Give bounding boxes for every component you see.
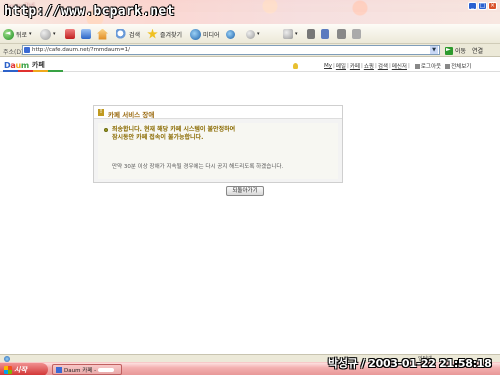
chevron-down-icon: ▾	[53, 31, 56, 37]
back-arrow-icon	[3, 28, 14, 40]
nav-mail[interactable]: 메일	[336, 62, 346, 70]
history-button[interactable]	[226, 27, 235, 41]
window-controls: _ □ ×	[468, 2, 497, 10]
error-message: 죄송합니다. 현재 해당 카페 시스템이 불안정하여 잠시동안 카페 접속이 불…	[112, 126, 235, 142]
go-arrow-icon	[445, 46, 453, 55]
cafe-header: Daum 카페 My | 메일 | 카페 | 쇼핑 | 검색 | 메신저 | 로그아웃 전체…	[0, 57, 500, 72]
address-input[interactable]: http://cafe.daum.net/?mmdaum=1/ ▼	[22, 45, 440, 55]
chevron-down-icon[interactable]: ▼	[430, 46, 438, 54]
error-message-line-2: 잠시동안 카페 접속이 불가능합니다.	[112, 134, 204, 141]
history-icon	[226, 29, 235, 39]
nav-search[interactable]: 검색	[378, 62, 388, 70]
browser-toolbar: 뒤로 ▾ ▾ 검색 즐겨찾기 미디어 ▾ ▾	[0, 24, 500, 44]
tool-button-1[interactable]	[307, 27, 315, 41]
lightbulb-icon	[293, 63, 298, 69]
error-message-line-1: 죄송합니다. 현재 해당 카페 시스템이 불안정하여	[112, 126, 236, 133]
stop-icon	[65, 29, 75, 39]
error-title: 카페 서비스 장애	[108, 111, 155, 119]
start-button[interactable]: 시작	[0, 363, 48, 375]
search-icon	[116, 28, 127, 40]
cafe-top-nav: My | 메일 | 카페 | 쇼핑 | 검색 | 메신저 | 로그아웃 전체보기	[293, 62, 471, 70]
go-label: 이동	[455, 48, 467, 55]
window-titlebar[interactable]: Daum 카페 http://www.bcpark.net _ □ ×	[0, 0, 500, 24]
tool-button-2[interactable]	[321, 27, 329, 41]
back-button[interactable]: 뒤로 ▾	[3, 27, 32, 41]
go-button[interactable]: 이동	[445, 46, 466, 55]
logout-button[interactable]: 로그아웃	[414, 62, 442, 70]
mail-button[interactable]: ▾	[246, 27, 260, 41]
nav-my[interactable]: My	[324, 63, 332, 69]
address-url: http://cafe.daum.net/?mmdaum=1/	[32, 47, 130, 53]
all-services-label: 전체보기	[451, 64, 472, 70]
error-panel: ! 카페 서비스 장애 죄송합니다. 현재 해당 카페 시스템이 불안정하여 잠…	[93, 105, 343, 183]
media-button[interactable]: 미디어	[190, 27, 220, 41]
back-label: 뒤로	[16, 31, 28, 39]
forward-button[interactable]: ▾	[40, 27, 56, 41]
logout-label: 로그아웃	[420, 64, 442, 70]
favorites-label: 즐겨찾기	[160, 31, 183, 39]
error-note: 만약 30분 이상 장애가 지속될 경우에는 다시 공지 해드리도록 하겠습니다…	[112, 164, 284, 170]
nav-messenger[interactable]: 메신저	[392, 62, 407, 70]
close-button[interactable]: ×	[488, 2, 497, 10]
address-bar: 주소(D) http://cafe.daum.net/?mmdaum=1/ ▼ …	[0, 44, 500, 57]
search-button[interactable]: 검색	[116, 27, 140, 41]
maximize-button[interactable]: □	[478, 2, 487, 10]
chevron-down-icon: ▾	[29, 31, 32, 37]
edit-button[interactable]: ▾	[283, 27, 298, 41]
all-services-button[interactable]: 전체보기	[445, 62, 471, 70]
address-label: 주소(D)	[3, 49, 24, 56]
chevron-down-icon: ▾	[295, 31, 298, 37]
ie-icon	[56, 366, 62, 373]
forward-arrow-icon	[40, 28, 51, 40]
chevron-down-icon: ▾	[257, 31, 260, 37]
search-label: 검색	[129, 31, 141, 39]
minimize-button[interactable]: _	[468, 2, 477, 10]
print-icon	[337, 29, 346, 39]
mail-icon	[246, 29, 255, 39]
nav-cafe[interactable]: 카페	[350, 62, 360, 70]
favorites-button[interactable]: 즐겨찾기	[147, 27, 182, 41]
go-back-button[interactable]: 되돌아가기	[226, 186, 264, 196]
logout-icon	[414, 63, 420, 69]
cafe-label: 카페	[31, 61, 45, 69]
stop-button[interactable]	[65, 27, 75, 41]
links-button[interactable]: 연결	[472, 46, 483, 55]
refresh-button[interactable]	[81, 27, 91, 41]
windows-logo-icon	[4, 365, 12, 374]
tool-button-4[interactable]	[352, 27, 361, 41]
bullet-icon	[104, 128, 108, 132]
start-label: 시작	[14, 365, 27, 374]
home-button[interactable]	[97, 27, 108, 41]
tool-button-3[interactable]	[337, 27, 346, 41]
refresh-icon	[81, 29, 91, 39]
edit-icon	[283, 29, 293, 39]
task-label: Daum 카페 -	[64, 367, 97, 374]
media-icon	[190, 28, 201, 40]
photo-timestamp-watermark: 박성규 / 2003-01-22 21:58:18	[328, 357, 492, 370]
home-icon	[97, 28, 108, 40]
media-label: 미디어	[203, 31, 220, 39]
redacted-text	[98, 367, 115, 372]
alert-icon: !	[98, 109, 104, 116]
star-icon	[147, 28, 158, 39]
page-icon	[24, 47, 30, 53]
grid-icon	[445, 63, 451, 69]
discuss-icon	[352, 29, 361, 39]
error-body: 죄송합니다. 현재 해당 카페 시스템이 불안정하여 잠시동안 카페 접속이 불…	[98, 123, 338, 179]
error-header: ! 카페 서비스 장애	[94, 106, 342, 119]
page-content: ! 카페 서비스 장애 죄송합니다. 현재 해당 카페 시스템이 불안정하여 잠…	[0, 72, 500, 354]
tool-icon	[321, 29, 329, 39]
taskbar-window-item[interactable]: Daum 카페 -	[52, 364, 122, 375]
watermark-url: http://www.bcpark.net	[4, 4, 175, 19]
daum-logo: Daum	[4, 60, 29, 70]
tool-icon	[307, 29, 315, 39]
daum-cafe-logo[interactable]: Daum 카페	[4, 60, 45, 70]
nav-shopping[interactable]: 쇼핑	[364, 62, 374, 70]
